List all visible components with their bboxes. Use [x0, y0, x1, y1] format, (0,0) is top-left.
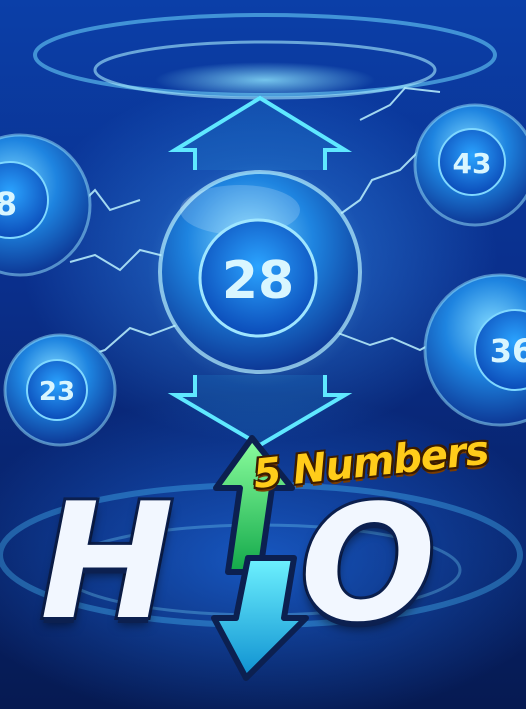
ball-top-right: 43 [413, 103, 526, 227]
center-up-arrow-outline [167, 95, 353, 170]
top-portal-ring [33, 13, 497, 100]
ball-left: 23 [3, 333, 117, 447]
ball-right-partial: 36 [423, 273, 526, 427]
ball-number-right-partial: 36 [490, 332, 526, 370]
ball-number-top-right: 43 [453, 147, 492, 180]
logo-letter-h: H [37, 465, 177, 658]
down-arrow-icon [211, 555, 309, 681]
ball-left-partial: 8 [0, 133, 92, 277]
ball-number-left: 23 [39, 377, 75, 407]
game-banner[interactable]: 8 43 36 23 28 H O 5 Numbers [0, 0, 526, 709]
ball-number-center: 28 [222, 251, 294, 311]
ball-number-left-partial: 8 [0, 185, 17, 223]
logo-letter-o: O [297, 467, 439, 660]
ball-center: 28 [148, 163, 372, 387]
